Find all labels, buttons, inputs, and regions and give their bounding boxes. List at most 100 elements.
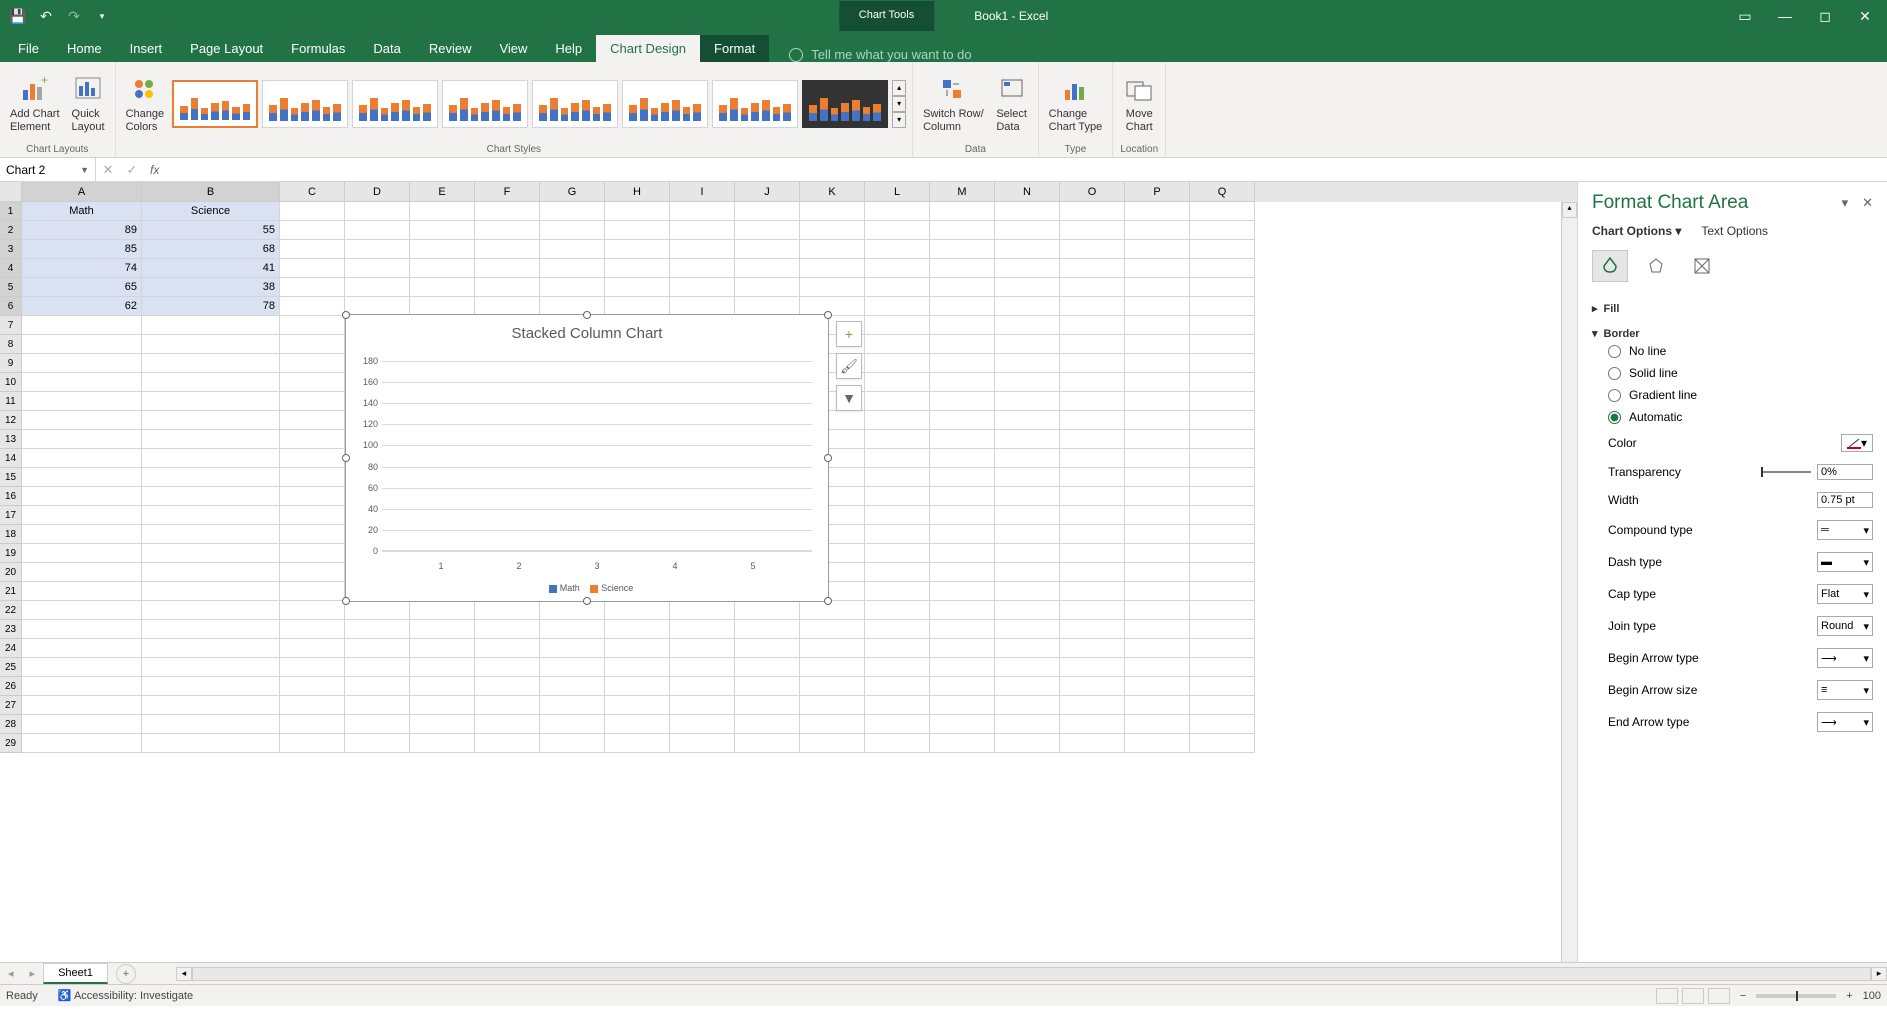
- cell[interactable]: [1190, 221, 1255, 240]
- cell[interactable]: [22, 392, 142, 411]
- cell[interactable]: [1190, 601, 1255, 620]
- cell[interactable]: [280, 563, 345, 582]
- cell[interactable]: [1125, 734, 1190, 753]
- cell[interactable]: [995, 487, 1060, 506]
- chart-style-4[interactable]: [442, 80, 528, 128]
- cell[interactable]: [345, 696, 410, 715]
- cell[interactable]: [142, 734, 280, 753]
- cell[interactable]: [865, 601, 930, 620]
- cell[interactable]: [410, 620, 475, 639]
- cell[interactable]: 38: [142, 278, 280, 297]
- cell[interactable]: [670, 259, 735, 278]
- resize-handle[interactable]: [583, 597, 591, 605]
- cell[interactable]: [22, 582, 142, 601]
- cell[interactable]: [995, 563, 1060, 582]
- cell[interactable]: [800, 202, 865, 221]
- cell[interactable]: [142, 696, 280, 715]
- cell[interactable]: [735, 601, 800, 620]
- cell[interactable]: [142, 715, 280, 734]
- cell[interactable]: [865, 468, 930, 487]
- cell[interactable]: [800, 715, 865, 734]
- cell[interactable]: [735, 620, 800, 639]
- chart-title[interactable]: Stacked Column Chart: [346, 315, 828, 348]
- cell[interactable]: [22, 677, 142, 696]
- redo-icon[interactable]: ↷: [66, 8, 82, 24]
- cell[interactable]: [865, 544, 930, 563]
- select-all-corner[interactable]: [0, 182, 22, 202]
- cell[interactable]: [800, 677, 865, 696]
- cell[interactable]: [280, 297, 345, 316]
- cell[interactable]: [1125, 506, 1190, 525]
- select-data-button[interactable]: Select Data: [992, 72, 1032, 136]
- cell[interactable]: [345, 202, 410, 221]
- cell[interactable]: [142, 411, 280, 430]
- cell[interactable]: [605, 240, 670, 259]
- chart-y-axis[interactable]: 020406080100120140160180: [352, 361, 380, 551]
- cap-type-dropdown[interactable]: Flat▾: [1817, 584, 1873, 604]
- cell[interactable]: [1125, 677, 1190, 696]
- cell[interactable]: [670, 715, 735, 734]
- cell[interactable]: [280, 354, 345, 373]
- row-header[interactable]: 22: [0, 601, 22, 620]
- cell[interactable]: [540, 696, 605, 715]
- cell[interactable]: [995, 240, 1060, 259]
- row-header[interactable]: 13: [0, 430, 22, 449]
- cell[interactable]: [930, 601, 995, 620]
- zoom-out-icon[interactable]: −: [1734, 990, 1752, 1002]
- cell[interactable]: [605, 696, 670, 715]
- cell[interactable]: [280, 601, 345, 620]
- end-arrow-type-dropdown[interactable]: ⟶▾: [1817, 712, 1873, 732]
- cell[interactable]: [410, 202, 475, 221]
- cell[interactable]: [995, 411, 1060, 430]
- cell[interactable]: [540, 278, 605, 297]
- cell[interactable]: [280, 677, 345, 696]
- cell[interactable]: [142, 620, 280, 639]
- cell[interactable]: [865, 373, 930, 392]
- cell[interactable]: [142, 563, 280, 582]
- cell[interactable]: [865, 639, 930, 658]
- cell[interactable]: [410, 658, 475, 677]
- cell[interactable]: [1060, 658, 1125, 677]
- new-sheet-button[interactable]: +: [116, 964, 136, 984]
- cell[interactable]: [410, 240, 475, 259]
- cell[interactable]: [280, 620, 345, 639]
- cell[interactable]: [22, 354, 142, 373]
- cell[interactable]: [1125, 449, 1190, 468]
- cell[interactable]: [865, 525, 930, 544]
- minimize-icon[interactable]: —: [1767, 0, 1803, 32]
- cell[interactable]: [1125, 430, 1190, 449]
- tab-format[interactable]: Format: [700, 35, 769, 62]
- enter-formula-icon[interactable]: ✓: [120, 162, 144, 178]
- cell[interactable]: [865, 297, 930, 316]
- cell[interactable]: [1060, 354, 1125, 373]
- chart-style-7[interactable]: [712, 80, 798, 128]
- cell[interactable]: [995, 392, 1060, 411]
- zoom-level[interactable]: 100: [1863, 990, 1881, 1002]
- cell[interactable]: [605, 601, 670, 620]
- quick-layout-button[interactable]: Quick Layout: [68, 72, 109, 136]
- cell[interactable]: [1125, 544, 1190, 563]
- tab-page-layout[interactable]: Page Layout: [176, 35, 277, 62]
- chart-filters-button[interactable]: ▼: [836, 385, 862, 411]
- solid-line-radio[interactable]: Solid line: [1592, 362, 1873, 384]
- scroll-right-icon[interactable]: ▸: [1871, 967, 1887, 981]
- cell[interactable]: [1125, 525, 1190, 544]
- color-picker[interactable]: ▾: [1841, 434, 1873, 452]
- row-header[interactable]: 25: [0, 658, 22, 677]
- cell[interactable]: [475, 677, 540, 696]
- cell[interactable]: [995, 525, 1060, 544]
- cell[interactable]: [475, 620, 540, 639]
- cell[interactable]: [930, 411, 995, 430]
- cell[interactable]: [142, 582, 280, 601]
- join-type-dropdown[interactable]: Round▾: [1817, 616, 1873, 636]
- cell[interactable]: [142, 677, 280, 696]
- cell[interactable]: [670, 677, 735, 696]
- cell[interactable]: [800, 639, 865, 658]
- cell[interactable]: [540, 658, 605, 677]
- cell[interactable]: [1060, 278, 1125, 297]
- cell[interactable]: [142, 354, 280, 373]
- cell[interactable]: [142, 316, 280, 335]
- chart-style-2[interactable]: [262, 80, 348, 128]
- chart-bars[interactable]: [382, 361, 812, 551]
- cell[interactable]: [1190, 335, 1255, 354]
